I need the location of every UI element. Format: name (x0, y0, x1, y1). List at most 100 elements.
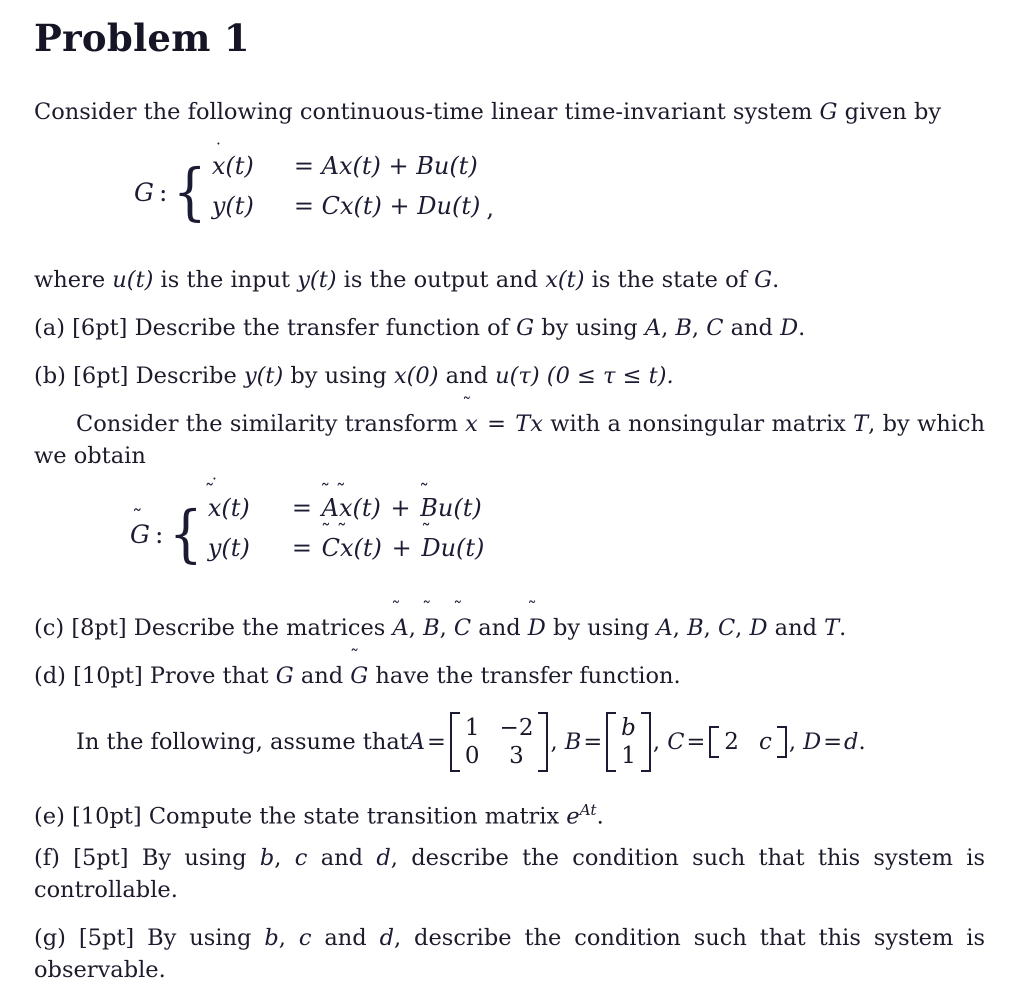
item-f-points: [5pt] (73, 845, 129, 871)
item-b-text-1: Describe (128, 363, 244, 389)
item-b-points: [6pt] (73, 363, 129, 389)
matrix-B-cell-0-0: b (621, 715, 636, 741)
item-c-text-9: and (767, 615, 825, 641)
item-c-text-8: , (735, 615, 750, 641)
item-d-text-2: and (293, 663, 351, 689)
item-a-text-4: , (691, 315, 707, 341)
assume-math-A: A (408, 729, 426, 755)
matrix-C-cell-0-1: c (758, 729, 772, 755)
matrix-C: 2 c (709, 726, 787, 758)
item-a-math-A: A (644, 315, 662, 341)
equation-Gtilde-lhs: ̃G (130, 519, 150, 549)
matrix-B-body: b 1 (616, 712, 641, 772)
item-c-text-4: and (471, 615, 528, 641)
item-a-math-C: C (706, 315, 724, 341)
item-a-label: (a) (34, 315, 65, 341)
equation-row-state-tilde: ˙̃x(t) = ̃Ãx(t) + ̃Bu(t) (207, 476, 485, 534)
item-c-math-A: A (656, 615, 673, 641)
matrix-A-cell-0-1: −2 (499, 715, 534, 741)
item-d-label: (d) (34, 663, 66, 689)
item-b-text-4: (0 ≤ τ ≤ t). (539, 363, 674, 389)
assume-comma-3: , (788, 729, 796, 755)
assume-math-B: B (564, 729, 582, 755)
similarity-math-xtilde: ̃x (465, 411, 478, 437)
where-math-u: u(t) (112, 267, 154, 293)
item-c-text-7: , (703, 615, 718, 641)
matrix-C-cell-0-0: 2 (724, 729, 739, 755)
item-f-math-d: d (376, 845, 391, 871)
equation-Gtilde-row1-right: = ̃C̃x(t) + ̃Du(t) (291, 534, 485, 562)
item-c-math-D: D (749, 615, 768, 641)
symbol-G: G (819, 99, 838, 125)
item-e-text-1: Compute the state transition matrix (141, 803, 567, 830)
item-f-text-2: , (274, 845, 295, 871)
page-title: Problem 1 (34, 16, 250, 60)
matrix-B-cell-1-0: 1 (621, 743, 636, 769)
equation-system-G-tilde: ̃G : { ˙̃x(t) = ̃Ãx(t) + ̃Bu(t) y(t) = … (130, 476, 485, 574)
equation-G-row1-right: = Cx(t) + Du(t) (293, 192, 481, 220)
item-c-math-Dtilde: ̃D (527, 615, 546, 641)
assume-line: In the following, assume that A = 1 −2 0 … (34, 712, 985, 772)
equation-row-state: ˙ x(t) = Ax(t) + Bu(t) (212, 142, 480, 192)
item-f-text-3: and (307, 845, 377, 871)
item-e-label: (e) (34, 803, 65, 830)
item-g-math-d: d (379, 925, 394, 951)
similarity-text-1: Consider the similarity transform (76, 411, 466, 437)
item-a-points: [6pt] (72, 315, 128, 341)
item-c-math-T: T (824, 615, 840, 641)
item-f-math-b: b (259, 845, 275, 871)
item-g-text-3: and (311, 925, 380, 951)
where-text-2: is the input (153, 267, 298, 293)
bracket-left-icon (606, 712, 617, 772)
document-page: Problem 1 Consider the following continu… (34, 0, 985, 1000)
equation-G-trailing-comma: , (486, 194, 494, 222)
matrix-B: b 1 (606, 712, 651, 772)
item-c-math-Btilde: ̃B (423, 615, 440, 641)
item-a-math-B: B (675, 315, 692, 341)
item-e-points: [10pt] (72, 803, 142, 830)
item-a-text-2: by using (534, 315, 645, 341)
item-b: (b) [6pt] Describe y(t) by using x(0) an… (34, 360, 985, 392)
item-c-points: [8pt] (71, 615, 127, 641)
item-e-math-e: e (566, 803, 580, 830)
item-a-text-5: and (723, 315, 781, 341)
item-g-math-b: b (264, 925, 279, 951)
assume-math-C: C (667, 729, 685, 755)
item-c-math-C: C (717, 615, 736, 641)
assume-equals-4: = (823, 729, 843, 755)
item-d-text-1: Prove that (142, 663, 276, 689)
item-c-text-1: Describe the matrices (126, 615, 393, 641)
similarity-math-T: T (853, 411, 869, 437)
item-b-text-3: and (438, 363, 496, 389)
dot-accent-icon: ˙ (214, 141, 223, 162)
item-c: (c) [8pt] Describe the matrices ̃A, ̃B, … (34, 612, 985, 644)
item-c-math-B: B (687, 615, 704, 641)
item-a-text-6: . (798, 315, 806, 341)
matrix-A-cell-1-1: 3 (509, 743, 524, 769)
where-text-4: is the state of (584, 267, 755, 293)
assume-equals-3: = (686, 729, 706, 755)
equation-Gtilde-row0-left: ˙̃x(t) (207, 476, 250, 522)
item-d: (d) [10pt] Prove that G and ̃G have the … (34, 660, 985, 692)
assume-comma-2: , (652, 729, 661, 755)
item-e: (e) [10pt] Compute the state transition … (34, 794, 985, 832)
item-f-text-1: By using (128, 845, 260, 871)
equation-row-output-tilde: y(t) = ̃C̃x(t) + ̃Du(t) (208, 534, 485, 574)
equation-G-lhs: G (134, 177, 154, 207)
item-e-text-2: . (596, 803, 604, 830)
equation-Gtilde-colon: : (154, 519, 164, 549)
assume-lead-text: In the following, assume that (76, 729, 409, 755)
where-text-3: is the output and (336, 267, 546, 293)
item-a-text-3: , (661, 315, 676, 341)
assume-equals-1: = (427, 729, 446, 755)
bracket-left-icon (709, 726, 720, 758)
where-text-5: . (772, 267, 780, 293)
similarity-text-3: with a nonsingular matrix (542, 411, 854, 437)
similarity-equals: = (479, 411, 514, 437)
item-g-text-1: By using (134, 925, 265, 951)
item-f-label: (f) (34, 845, 60, 871)
item-c-text-2: , (408, 615, 424, 641)
item-c-text-10: . (839, 615, 847, 641)
item-c-text-3: , (439, 615, 454, 641)
assume-period: . (858, 729, 866, 755)
